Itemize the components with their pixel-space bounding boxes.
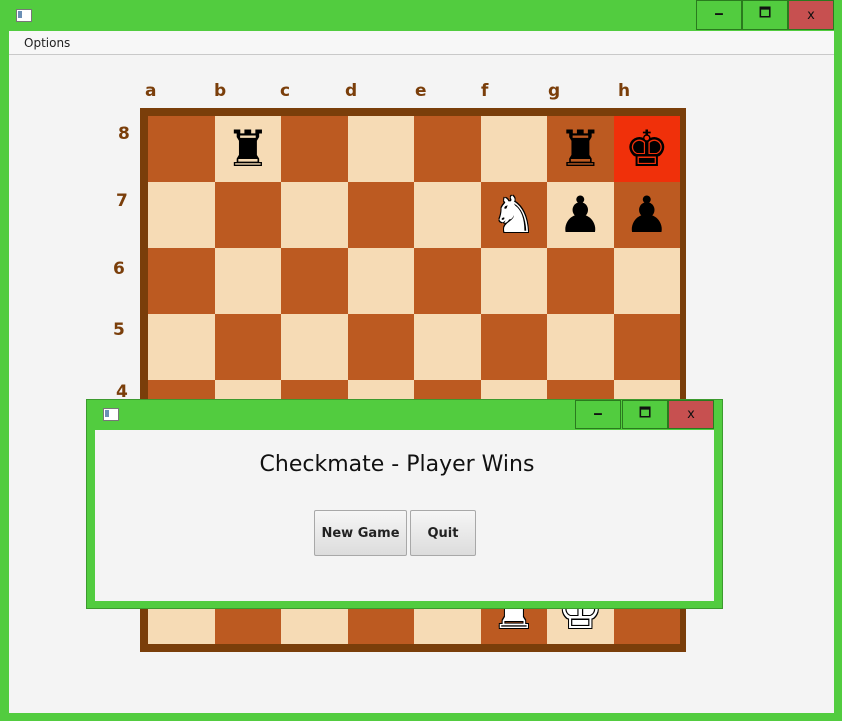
square-b7[interactable] [214, 182, 281, 248]
rank-label-8: 8 [118, 124, 130, 144]
square-h8[interactable]: ♚ [613, 116, 680, 182]
square-c5[interactable] [281, 314, 348, 380]
dialog-body: Checkmate - Player Wins New Game Quit [95, 430, 714, 601]
minimize-icon: 🗕 [714, 6, 724, 21]
menu-bar: Options [9, 31, 834, 55]
square-a6[interactable] [148, 248, 215, 314]
file-label-b: b [214, 81, 227, 101]
app-icon [16, 9, 32, 22]
square-g5[interactable] [547, 314, 614, 380]
square-e5[interactable] [414, 314, 481, 380]
rank-label-6: 6 [113, 259, 125, 279]
square-d5[interactable] [347, 314, 414, 380]
square-f5[interactable] [480, 314, 547, 380]
dialog-close-button[interactable]: x [668, 400, 714, 429]
close-icon: x [807, 7, 815, 23]
dialog-minimize-button[interactable]: 🗕 [575, 400, 621, 429]
quit-button[interactable]: Quit [410, 510, 476, 556]
square-g7[interactable]: ♟ [547, 182, 614, 248]
square-c8[interactable] [281, 116, 348, 182]
square-d8[interactable] [347, 116, 414, 182]
square-b5[interactable] [214, 314, 281, 380]
square-h5[interactable] [613, 314, 680, 380]
black-rook-icon[interactable]: ♜ [225, 124, 270, 174]
dialog-maximize-button[interactable]: 🗖 [622, 400, 668, 429]
square-d6[interactable] [347, 248, 414, 314]
square-b8[interactable]: ♜ [214, 116, 281, 182]
menu-options[interactable]: Options [15, 31, 79, 55]
file-label-f: f [481, 81, 489, 101]
square-c7[interactable] [281, 182, 348, 248]
black-rook-icon[interactable]: ♜ [558, 124, 603, 174]
file-label-e: e [415, 81, 427, 101]
maximize-button[interactable]: 🗖 [742, 0, 788, 30]
main-window-client: Options a b c d e f g h 8 7 6 5 4 ♜ ♜ ♚ ♞ ♟ ♟… [9, 31, 834, 713]
square-e6[interactable] [414, 248, 481, 314]
file-label-d: d [345, 81, 358, 101]
maximize-icon: 🗖 [758, 6, 772, 21]
maximize-icon: 🗖 [638, 405, 652, 421]
file-label-c: c [280, 81, 291, 101]
close-button[interactable]: x [788, 0, 834, 30]
square-e7[interactable] [414, 182, 481, 248]
square-a5[interactable] [148, 314, 215, 380]
window-title-bar: 🗕 🗖 x [0, 0, 842, 31]
square-g8[interactable]: ♜ [547, 116, 614, 182]
black-pawn-icon[interactable]: ♟ [624, 190, 669, 240]
rank-label-5: 5 [113, 320, 125, 340]
minimize-button[interactable]: 🗕 [696, 0, 742, 30]
white-knight-icon[interactable]: ♞ [491, 190, 536, 240]
square-f6[interactable] [480, 248, 547, 314]
dialog-app-icon [103, 408, 119, 421]
square-c6[interactable] [281, 248, 348, 314]
close-icon: x [687, 407, 695, 422]
rank-label-7: 7 [116, 191, 128, 211]
checkmate-dialog: 🗕 🗖 x Checkmate - Player Wins New Game Q… [87, 400, 722, 608]
black-pawn-icon[interactable]: ♟ [558, 190, 603, 240]
square-e8[interactable] [414, 116, 481, 182]
black-king-icon[interactable]: ♚ [624, 124, 669, 174]
dialog-message: Checkmate - Player Wins [259, 452, 535, 477]
file-label-h: h [618, 81, 631, 101]
square-f8[interactable] [480, 116, 547, 182]
square-a7[interactable] [148, 182, 215, 248]
file-label-a: a [145, 81, 157, 101]
file-label-g: g [548, 81, 561, 101]
square-g6[interactable] [547, 248, 614, 314]
square-d7[interactable] [347, 182, 414, 248]
square-h6[interactable] [613, 248, 680, 314]
square-h7[interactable]: ♟ [613, 182, 680, 248]
square-a8[interactable] [148, 116, 215, 182]
square-b6[interactable] [214, 248, 281, 314]
new-game-button[interactable]: New Game [314, 510, 407, 556]
square-f7[interactable]: ♞ [480, 182, 547, 248]
rank-label-4: 4 [116, 382, 128, 402]
minimize-icon: 🗕 [593, 405, 603, 421]
